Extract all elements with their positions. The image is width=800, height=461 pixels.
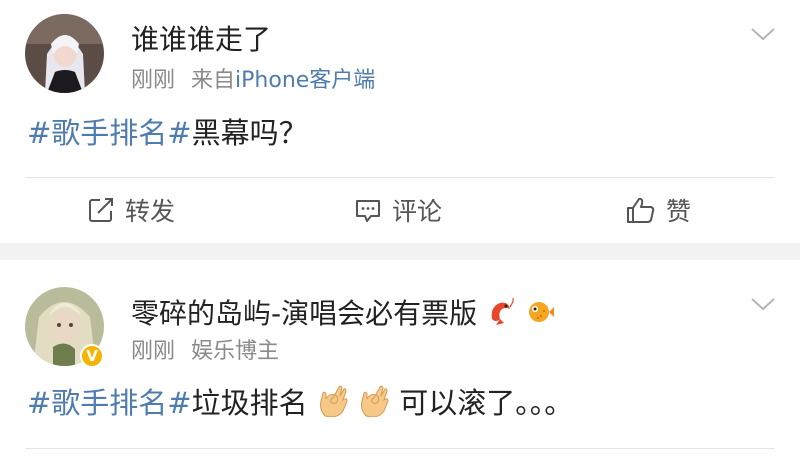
- divider: [25, 448, 775, 449]
- weibo-post: V 零碎的岛屿-演唱会必有票版 刚刚 娱乐博主 #歌手排名#垃圾排名 可以滚了。。…: [0, 260, 800, 461]
- post-meta: 刚刚 来自iPhone客户端: [131, 66, 375, 96]
- pufferfish-icon: [528, 302, 554, 322]
- post-text: 垃圾排名: [191, 386, 308, 420]
- comment-label: 评论: [392, 197, 443, 226]
- user-avatar[interactable]: [25, 14, 104, 93]
- post-time: 刚刚: [131, 339, 176, 364]
- post-content: #歌手排名#黑幕吗？: [27, 114, 308, 152]
- profile-tag: 娱乐博主: [191, 339, 280, 364]
- verified-badge: V: [80, 344, 104, 368]
- username[interactable]: 零碎的岛屿-演唱会必有票版: [131, 296, 555, 332]
- repost-label: 转发: [125, 197, 176, 226]
- chevron-down-icon[interactable]: [750, 26, 776, 42]
- post-content: #歌手排名#垃圾排名 可以滚了。。。: [27, 383, 573, 422]
- shrimp-icon: [491, 297, 514, 325]
- source-prefix: 来自: [191, 68, 236, 93]
- ok-hand-icon: [319, 385, 348, 417]
- username-text: 零碎的岛屿-演唱会必有票版: [131, 297, 478, 330]
- repost-button[interactable]: 转发: [87, 192, 175, 228]
- comment-button[interactable]: 评论: [354, 192, 442, 228]
- ok-hand-icon: [361, 385, 389, 417]
- comment-icon: [356, 200, 380, 222]
- chevron-down-icon[interactable]: [750, 296, 776, 312]
- source-app-link[interactable]: iPhone客户端: [235, 68, 375, 93]
- hashtag-link[interactable]: #歌手排名#: [27, 386, 192, 420]
- post-text: 黑幕吗？: [191, 116, 308, 150]
- like-button[interactable]: 赞: [626, 192, 691, 228]
- hashtag-link[interactable]: #歌手排名#: [27, 116, 192, 150]
- repost-icon: [89, 198, 113, 222]
- like-label: 赞: [666, 197, 692, 226]
- thumbs-up-icon: [627, 197, 655, 223]
- post-meta: 刚刚 娱乐博主: [131, 337, 279, 367]
- weibo-post: 谁谁谁走了 刚刚 来自iPhone客户端 #歌手排名#黑幕吗？ 转发 评论 赞: [0, 0, 800, 243]
- post-text-after: 可以滚了。。。: [399, 386, 574, 420]
- post-separator: [0, 243, 800, 260]
- post-time: 刚刚: [131, 68, 176, 93]
- divider: [25, 177, 775, 178]
- username[interactable]: 谁谁谁走了: [131, 22, 271, 58]
